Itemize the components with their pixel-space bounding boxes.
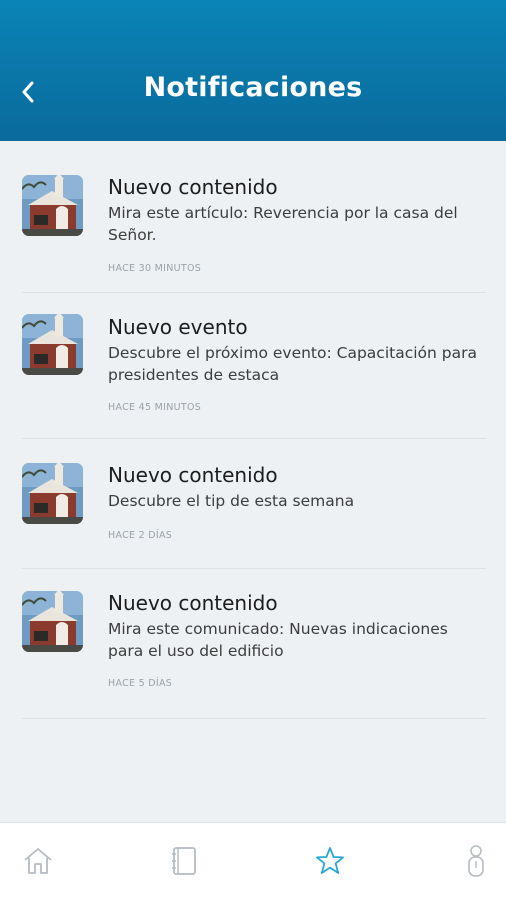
notification-time: HACE 30 MINUTOS	[108, 263, 202, 274]
tab-favorites[interactable]	[312, 843, 348, 879]
notification-title: Nuevo contenido	[108, 463, 278, 487]
star-icon	[316, 847, 344, 874]
notification-time: HACE 45 MINUTOS	[108, 402, 202, 413]
notification-description: Mira este comunicado: Nuevas indicacione…	[108, 620, 448, 660]
notification-item[interactable]: Nuevo contenido Mira este artículo: Reve…	[22, 141, 486, 293]
person-icon	[468, 845, 484, 877]
notification-description: Descubre el próximo evento: Capacitación…	[108, 344, 477, 384]
chapel-thumbnail	[22, 314, 83, 375]
chapel-thumbnail	[22, 591, 83, 652]
notification-list: Nuevo contenido Mira este artículo: Reve…	[0, 141, 506, 719]
header-bar: Notificaciones	[0, 0, 506, 141]
notification-item[interactable]: Nuevo evento Descubre el próximo evento:…	[22, 293, 486, 439]
chapel-thumbnail	[22, 175, 83, 236]
notification-title: Nuevo contenido	[108, 175, 278, 199]
notification-title: Nuevo evento	[108, 315, 248, 339]
notification-item[interactable]: Nuevo contenido Mira este comunicado: Nu…	[22, 569, 486, 719]
notification-time: HACE 5 DÍAS	[108, 678, 173, 689]
home-icon	[24, 848, 52, 874]
chapel-thumbnail	[22, 463, 83, 524]
notification-item[interactable]: Nuevo contenido Descubre el tip de esta …	[22, 439, 486, 569]
tab-profile[interactable]	[458, 843, 494, 879]
tab-notebook[interactable]	[166, 843, 202, 879]
notification-description: Descubre el tip de esta semana	[108, 492, 355, 510]
bottom-tab-bar	[0, 822, 506, 901]
page-title: Notificaciones	[143, 72, 363, 103]
notebook-icon	[172, 847, 196, 875]
notification-title: Nuevo contenido	[108, 591, 278, 615]
tab-home[interactable]	[20, 843, 56, 879]
notification-time: HACE 2 DÍAS	[108, 530, 173, 541]
notification-description: Mira este artículo: Reverencia por la ca…	[108, 204, 458, 244]
